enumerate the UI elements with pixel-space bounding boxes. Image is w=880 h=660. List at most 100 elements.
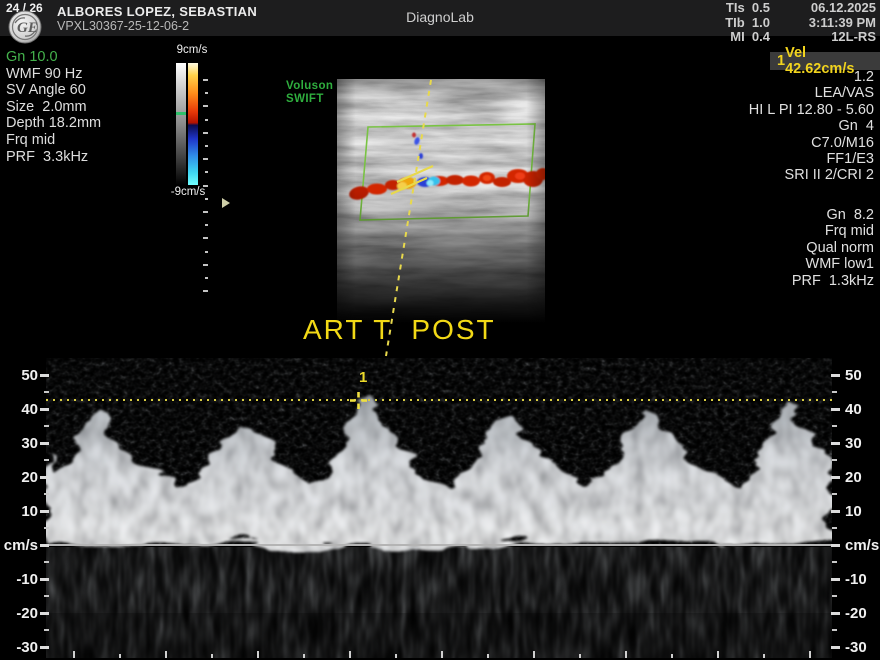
axis-minor-tick	[832, 527, 837, 529]
time-tick	[671, 654, 673, 658]
depth-ruler-tick	[203, 264, 208, 266]
time-tick	[211, 654, 213, 658]
right-param-line: Frq mid	[792, 223, 874, 239]
axis-minor-tick	[44, 595, 49, 597]
depth-ruler-tick	[203, 158, 208, 160]
time-tick	[533, 651, 535, 658]
axis-minor-tick	[832, 561, 837, 563]
measurement-result-bar: 1 Vel 42.62cm/s	[770, 52, 880, 70]
ultrasound-screen: 24 / 26 GE ALBORES LOPEZ, SEBASTIAN VPXL…	[0, 0, 880, 660]
brand-line1: Voluson	[286, 80, 333, 93]
right-parameter-block-bottom: Gn 8.2Frq midQual normWMF low1PRF 1.3kHz	[792, 207, 874, 289]
axis-major-tick	[40, 510, 49, 513]
axis-label-right: 30	[845, 435, 880, 452]
depth-ruler-tick	[203, 132, 208, 134]
velocity-measure-line[interactable]	[46, 399, 832, 401]
time-tick	[349, 651, 351, 658]
mirror-noise-lower	[46, 613, 832, 658]
axis-minor-tick	[44, 425, 49, 427]
axis-major-tick	[40, 544, 49, 547]
axis-major-tick	[831, 374, 840, 377]
axis-major-tick	[831, 646, 840, 649]
axis-major-tick	[40, 578, 49, 581]
annotation-text: ART T POST	[303, 314, 496, 346]
datetime-line: 3:11:39 PM	[762, 16, 876, 31]
axis-major-tick	[40, 408, 49, 411]
depth-ruler-tick	[205, 92, 208, 94]
right-param-line: Gn 4	[749, 118, 874, 134]
exposure-indices: TIs 0.5TIb 1.0MI 0.4	[690, 1, 770, 45]
right-param-line: 1.2	[749, 69, 874, 85]
right-param-line: PRF 1.3kHz	[792, 273, 874, 289]
depth-ruler-tick	[205, 145, 208, 147]
left-param-line: SV Angle 60	[6, 82, 101, 99]
depth-ruler-tick	[205, 251, 208, 253]
depth-ruler-tick	[203, 105, 208, 107]
axis-major-tick	[40, 646, 49, 649]
datetime-probe: 06.12.20253:11:39 PM12L-RS	[762, 1, 876, 45]
right-param-line: C7.0/M16	[749, 135, 874, 151]
time-tick	[257, 651, 259, 658]
axis-minor-tick	[44, 493, 49, 495]
axis-major-tick	[831, 612, 840, 615]
axis-major-tick	[831, 476, 840, 479]
axis-minor-tick	[44, 561, 49, 563]
axis-label-left: -20	[2, 605, 38, 622]
axis-label-right: 40	[845, 401, 880, 418]
bmode-tissue-texture	[337, 79, 545, 323]
time-tick	[579, 654, 581, 658]
axis-minor-tick	[832, 391, 837, 393]
depth-ruler-tick	[203, 211, 208, 213]
time-tick	[441, 651, 443, 658]
axis-major-tick	[40, 374, 49, 377]
left-parameter-block: Gn 10.0WMF 90 HzSV Angle 60Size 2.0mmDep…	[6, 49, 101, 165]
focus-marker-icon	[222, 198, 230, 208]
exposure-line: TIs 0.5	[690, 1, 770, 16]
time-tick	[303, 654, 305, 658]
mirror-noise-upper	[46, 547, 832, 613]
measure-caliper-icon[interactable]	[350, 392, 367, 409]
axis-major-tick	[40, 476, 49, 479]
time-tick	[763, 654, 765, 658]
depth-ruler-tick	[203, 290, 208, 292]
bmode-image	[337, 79, 545, 323]
axis-minor-tick	[832, 459, 837, 461]
depth-ruler-tick	[205, 277, 208, 279]
depth-ruler-tick	[203, 185, 208, 187]
axis-label-right: -20	[845, 605, 880, 622]
depth-ruler-tick	[203, 237, 208, 239]
left-param-line: Frq mid	[6, 132, 101, 149]
axis-label-right: -30	[845, 639, 880, 656]
depth-ruler-tick	[203, 79, 208, 81]
exposure-line: TIb 1.0	[690, 16, 770, 31]
exposure-line: MI 0.4	[690, 30, 770, 45]
color-doppler-bar	[188, 63, 198, 185]
datetime-line: 12L-RS	[762, 30, 876, 45]
axis-minor-tick	[44, 459, 49, 461]
axis-major-tick	[831, 510, 840, 513]
axis-major-tick	[831, 544, 840, 547]
spectral-doppler-display	[46, 358, 832, 658]
left-param-line: PRF 3.3kHz	[6, 149, 101, 166]
color-scale-max-label: 9cm/s	[168, 44, 216, 56]
right-parameter-block-top: 1.2LEA/VASHI L PI 12.80 - 5.60Gn 4C7.0/M…	[749, 69, 874, 184]
left-param-line: Size 2.0mm	[6, 99, 101, 116]
axis-major-tick	[831, 578, 840, 581]
axis-label-left: -10	[2, 571, 38, 588]
brand-label: Voluson SWIFT	[286, 80, 333, 106]
color-scale-min-label: -9cm/s	[164, 186, 212, 198]
depth-ruler-tick	[205, 198, 208, 200]
axis-major-tick	[831, 442, 840, 445]
axis-label-right: 10	[845, 503, 880, 520]
axis-label-right: 20	[845, 469, 880, 486]
patient-name: ALBORES LOPEZ, SEBASTIAN	[57, 4, 257, 19]
axis-minor-tick	[832, 493, 837, 495]
right-param-line: WMF low1	[792, 256, 874, 272]
right-param-line: Gn 8.2	[792, 207, 874, 223]
left-param-line: WMF 90 Hz	[6, 66, 101, 83]
gray-scale-marker	[176, 112, 186, 115]
axis-major-tick	[831, 408, 840, 411]
measurement-index: 1	[777, 53, 785, 69]
axis-minor-tick	[44, 527, 49, 529]
axis-label-right: -10	[845, 571, 880, 588]
